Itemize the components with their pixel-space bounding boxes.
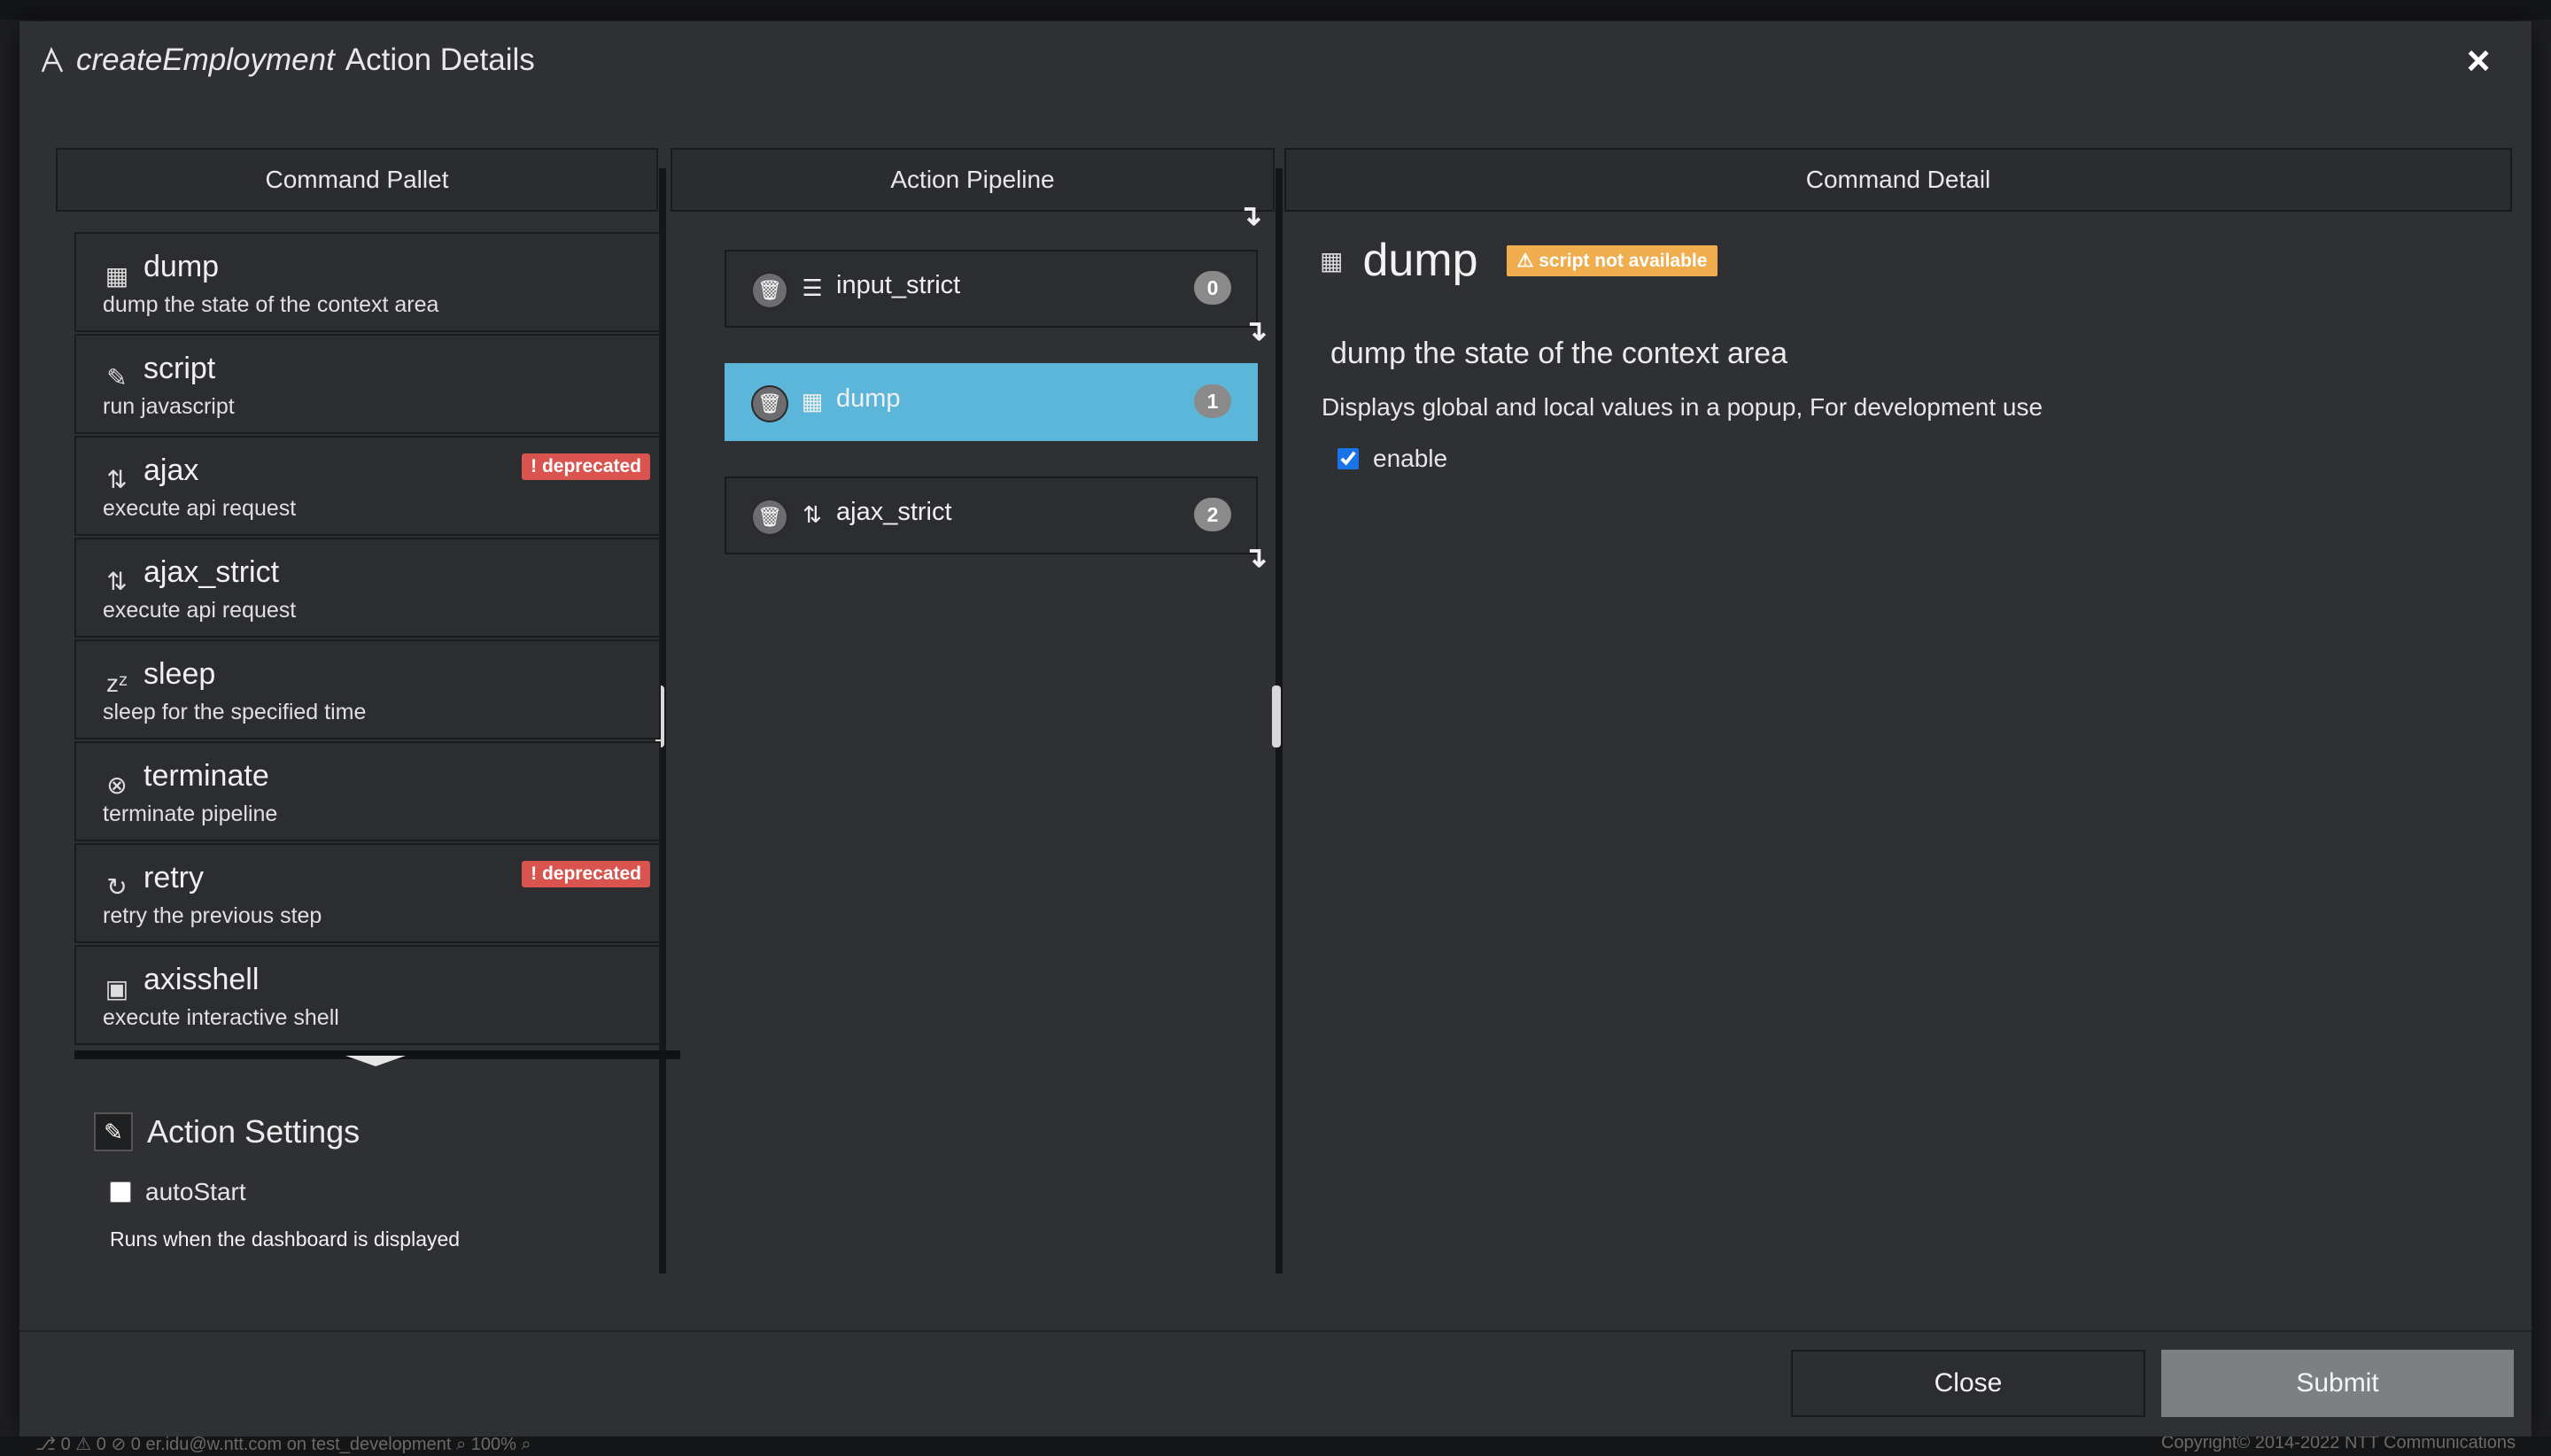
close-icon[interactable]: × bbox=[2452, 34, 2505, 87]
deprecated-badge: ! deprecated bbox=[522, 861, 650, 887]
deprecated-badge-text: deprecated bbox=[541, 456, 641, 476]
splitter-grip[interactable] bbox=[1272, 685, 1281, 747]
flow-arrow-icon: ↴ bbox=[1238, 199, 1262, 231]
autostart-option[interactable]: autoStart bbox=[110, 1178, 246, 1206]
pallet-item-name: retry bbox=[143, 861, 204, 895]
pipeline-item-label: ajax_strict bbox=[836, 498, 952, 526]
modal-header: createEmployment Action Details × bbox=[19, 21, 2532, 106]
pipeline-item-label: dump bbox=[836, 384, 901, 413]
warning-badge: ⚠ script not available bbox=[1506, 244, 1718, 276]
dump-icon: ▦ bbox=[801, 388, 824, 414]
pallet-item-desc: execute interactive shell bbox=[103, 1005, 339, 1030]
ajax-icon: ⇅ bbox=[106, 568, 128, 595]
command-pallet-list: ▦ dump dump the state of the context area ✎… bbox=[74, 232, 661, 1047]
pallet-item-ajax[interactable]: ⇅ ajax execute api request ! deprecated bbox=[74, 436, 661, 536]
enable-label: enable bbox=[1373, 445, 1448, 472]
input-icon: ☰ bbox=[802, 275, 823, 301]
pallet-item-ajax-strict[interactable]: ⇅ ajax_strictexecute api request bbox=[74, 538, 661, 638]
flow-arrow-icon: ↴ bbox=[1244, 314, 1268, 346]
script-icon: ✎ bbox=[106, 364, 128, 391]
pallet-item-desc: run javascript bbox=[103, 394, 235, 419]
detail-header: ▦ dump ⚠ script not available bbox=[1320, 234, 1718, 287]
detail-description: Displays global and local values in a po… bbox=[1322, 393, 2043, 421]
enable-option[interactable]: enable bbox=[1338, 445, 1447, 473]
enable-checkbox[interactable] bbox=[1338, 448, 1359, 469]
status-copyright: Copyright© 2014-2022 NTT Communications bbox=[2160, 1437, 2516, 1452]
pallet-item-name: ajax_strict bbox=[143, 555, 280, 589]
pallet-item-name: terminate bbox=[143, 759, 269, 793]
pipeline-item-dump[interactable]: 🗑 ▦ dump 1 bbox=[725, 363, 1258, 441]
pallet-item-retry[interactable]: ↻ retry retry the previous step ! deprecate… bbox=[74, 843, 661, 943]
pallet-item-script[interactable]: ✎ script run javascript bbox=[74, 334, 661, 434]
pipeline-item-label: input_strict bbox=[836, 271, 961, 299]
app-top-bar bbox=[0, 0, 2551, 19]
trash-icon[interactable]: 🗑 bbox=[753, 274, 787, 307]
pallet-item-name: dump bbox=[143, 250, 220, 283]
action-settings-label: Action Settings bbox=[147, 1113, 361, 1150]
pallet-item-desc: terminate pipeline bbox=[103, 802, 278, 826]
pallet-item-dump[interactable]: ▦ dump dump the state of the context area bbox=[74, 232, 661, 332]
ajax-icon: ⇅ bbox=[803, 501, 822, 528]
footer-divider bbox=[19, 1330, 2532, 1332]
warning-badge-text: script not available bbox=[1539, 250, 1708, 271]
modal-title: createEmployment Action Details bbox=[39, 43, 535, 78]
pallet-item-terminate[interactable]: ⊗ terminate terminate pipeline bbox=[74, 741, 661, 841]
action-pipeline-header: Action Pipeline bbox=[671, 148, 1275, 212]
action-details-modal: createEmployment Action Details × Comman… bbox=[19, 21, 2532, 1437]
action-icon bbox=[41, 47, 64, 73]
pallet-scroll-bar[interactable] bbox=[74, 1050, 680, 1066]
pallet-item-desc: sleep for the specified time bbox=[103, 700, 367, 724]
terminal-icon: ▣ bbox=[105, 975, 129, 1003]
retry-icon: ↻ bbox=[106, 873, 128, 901]
command-pallet-header: Command Pallet bbox=[56, 148, 658, 212]
pencil-icon[interactable]: ✎ bbox=[94, 1112, 133, 1151]
pipeline-item-ajax-strict[interactable]: 🗑 ⇅ ajax_strict 2 bbox=[725, 476, 1258, 554]
detail-summary: dump the state of the context area bbox=[1330, 337, 1787, 370]
status-left: ⎇ 0 ⚠ 0 ⊘ 0 er.idu@w.ntt.com on test_dev… bbox=[35, 1437, 531, 1454]
dump-icon: ▦ bbox=[1320, 246, 1344, 275]
action-name: createEmployment bbox=[76, 43, 335, 77]
title-suffix: Action Details bbox=[345, 43, 535, 77]
pallet-item-name: sleep bbox=[143, 657, 216, 691]
trash-icon[interactable]: 🗑 bbox=[753, 387, 787, 421]
flow-arrow-icon: ↴ bbox=[1244, 541, 1268, 573]
action-settings-title: ✎ Action Settings bbox=[94, 1112, 360, 1151]
pallet-item-desc: execute api request bbox=[103, 598, 297, 623]
pallet-item-axisshell[interactable]: ▣ axisshell execute interactive shell bbox=[74, 945, 661, 1045]
command-detail-header: Command Detail bbox=[1284, 148, 2512, 212]
ajax-icon: ⇅ bbox=[106, 466, 128, 493]
pallet-item-desc: dump the state of the context area bbox=[103, 292, 439, 317]
deprecated-badge: ! deprecated bbox=[522, 453, 650, 480]
chevron-down-icon[interactable] bbox=[345, 1056, 406, 1066]
pipeline-item-input-strict[interactable]: 🗑 ☰ input_strict 0 bbox=[725, 250, 1258, 328]
terminate-icon: ⊗ bbox=[106, 771, 128, 799]
pallet-item-desc: execute api request bbox=[103, 496, 297, 521]
close-button[interactable]: Close bbox=[1791, 1350, 2145, 1417]
autostart-checkbox[interactable] bbox=[110, 1181, 131, 1203]
detail-command-name: dump bbox=[1362, 235, 1478, 286]
pallet-item-desc: retry the previous step bbox=[103, 903, 322, 928]
pallet-item-name: ajax bbox=[143, 453, 199, 487]
deprecated-badge-text: deprecated bbox=[541, 864, 641, 884]
status-bar: ⎇ 0 ⚠ 0 ⊘ 0 er.idu@w.ntt.com on test_dev… bbox=[0, 1437, 2551, 1456]
submit-button[interactable]: Submit bbox=[2161, 1350, 2514, 1417]
autostart-label: autoStart bbox=[145, 1178, 246, 1205]
pipeline-step-index: 1 bbox=[1194, 384, 1231, 418]
pane-splitter-right[interactable] bbox=[1272, 168, 1283, 1274]
pallet-item-sleep[interactable]: zᶻ sleep sleep for the specified time bbox=[74, 639, 661, 740]
sleep-icon: zᶻ bbox=[105, 670, 128, 697]
trash-icon[interactable]: 🗑 bbox=[753, 500, 787, 534]
pallet-item-name: script bbox=[143, 352, 216, 385]
pipeline-step-index: 2 bbox=[1194, 498, 1231, 531]
autostart-hint: Runs when the dashboard is displayed bbox=[110, 1228, 461, 1251]
pipeline-step-index: 0 bbox=[1194, 271, 1231, 305]
pallet-item-name: axisshell bbox=[143, 963, 260, 996]
dump-icon: ▦ bbox=[105, 262, 129, 290]
